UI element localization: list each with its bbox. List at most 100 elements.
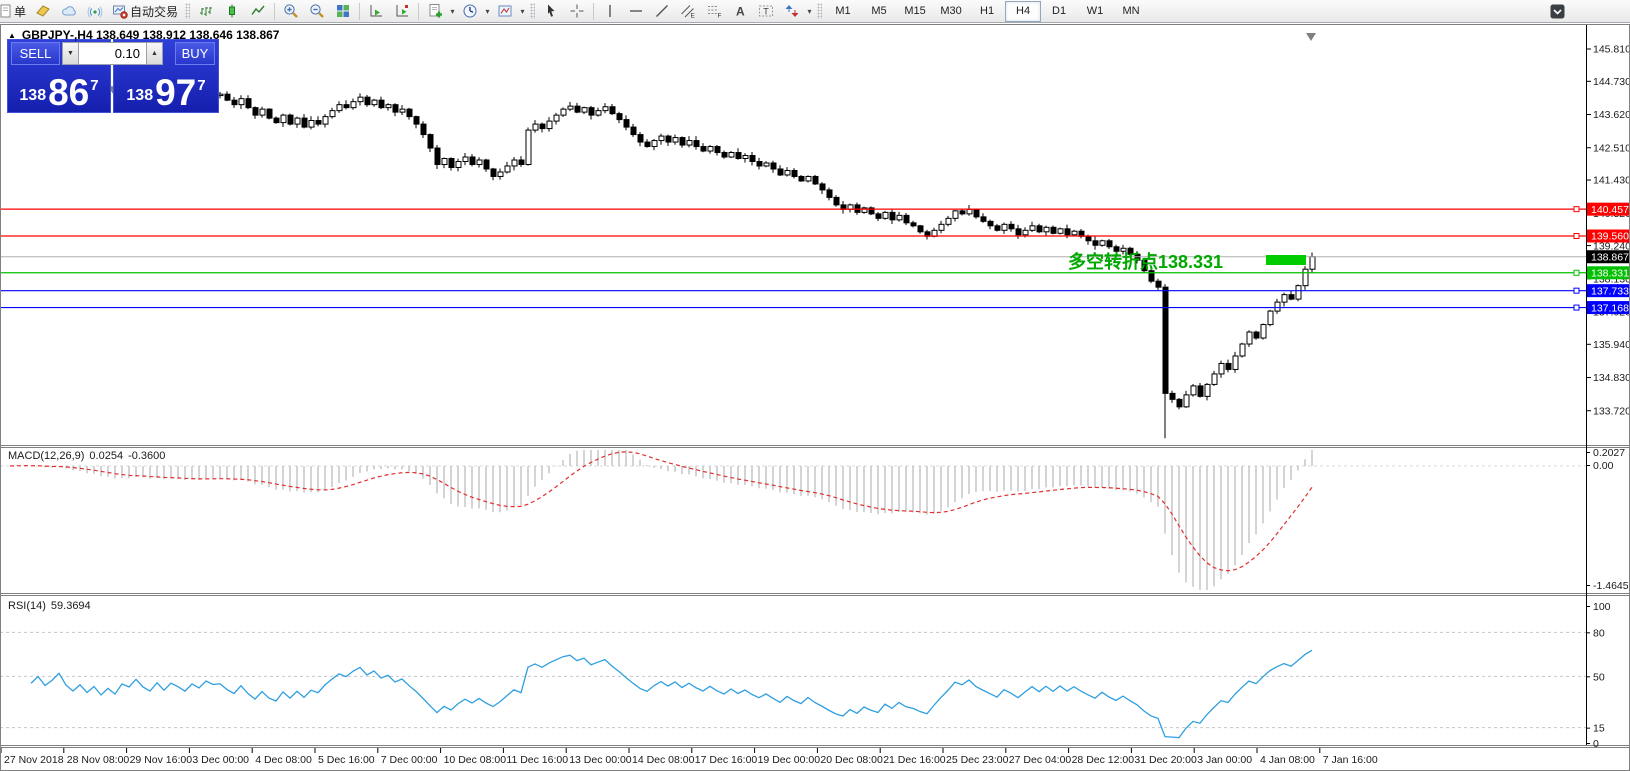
tf-button-H4[interactable]: H4: [1005, 1, 1041, 22]
new-order-button[interactable]: 单: [0, 1, 30, 21]
macd-tick-label: -1.4645: [1593, 580, 1629, 592]
zoom-in-button[interactable]: [278, 1, 304, 21]
tf-button-D1[interactable]: D1: [1041, 1, 1077, 22]
auto-scroll-button[interactable]: [363, 1, 389, 21]
candle-body: [918, 226, 923, 232]
candle-body: [1233, 356, 1238, 369]
zoom-out-icon: [309, 3, 325, 19]
hline-handle[interactable]: [1574, 288, 1579, 293]
svg-text:T: T: [763, 7, 769, 17]
arrows-dropdown-icon[interactable]: ▾: [805, 7, 814, 16]
chart-background: [0, 24, 1630, 771]
price-tick-label: 141.430: [1593, 175, 1630, 187]
collapse-triangle-icon[interactable]: ▲: [8, 31, 16, 40]
candle-body: [288, 115, 293, 124]
volume-increase-button[interactable]: ▲: [146, 42, 163, 65]
candle-body: [386, 105, 391, 108]
candlestick-chart-button[interactable]: [219, 1, 245, 21]
main-toolbar: 单 自动交易 ▾ ▾: [0, 0, 1630, 23]
zoom-out-button[interactable]: [304, 1, 330, 21]
time-tick-label: 21 Dec 16:00: [883, 754, 946, 766]
svg-text:F: F: [718, 13, 722, 20]
svg-text:E: E: [691, 13, 696, 20]
vertical-line-button[interactable]: [597, 1, 623, 21]
arrows-button[interactable]: [779, 1, 805, 21]
fibonacci-button[interactable]: F: [701, 1, 727, 21]
buy-button[interactable]: BUY: [175, 42, 215, 65]
mql5-cloud-button[interactable]: [56, 1, 82, 21]
time-tick-label: 25 Dec 23:00: [946, 754, 1009, 766]
candle-body: [379, 100, 384, 107]
tf-button-M30[interactable]: M30: [933, 1, 969, 22]
metaeditor-button[interactable]: [30, 1, 56, 21]
candle-body: [1051, 227, 1056, 233]
candle-body: [596, 111, 601, 115]
hline-handle[interactable]: [1574, 270, 1579, 275]
new-chart-button[interactable]: [422, 1, 448, 21]
green-zone-rect[interactable]: [1266, 255, 1306, 265]
candle-body: [526, 130, 531, 164]
time-tick-label: 27 Dec 04:00: [1009, 754, 1072, 766]
tf-button-M15[interactable]: M15: [897, 1, 933, 22]
tf-button-MN[interactable]: MN: [1113, 1, 1149, 22]
candle-body: [883, 212, 888, 218]
candle-body: [1205, 384, 1210, 396]
hline-handle[interactable]: [1574, 305, 1579, 310]
horizontal-line-icon: [628, 3, 644, 19]
trendline-button[interactable]: [649, 1, 675, 21]
candle-body: [946, 218, 951, 224]
auto-scroll-icon: [368, 3, 384, 19]
periods-dropdown-icon[interactable]: ▾: [483, 7, 492, 16]
volume-decrease-button[interactable]: ▼: [62, 42, 79, 65]
crosshair-button[interactable]: [564, 1, 590, 21]
candle-body: [1009, 224, 1014, 228]
candle-body: [1240, 344, 1245, 356]
candle-body: [1226, 363, 1231, 369]
candle-body: [652, 141, 657, 147]
tf-button-M1[interactable]: M1: [825, 1, 861, 22]
equidistant-channel-button[interactable]: E: [675, 1, 701, 21]
time-tick-label: 4 Dec 08:00: [255, 754, 312, 766]
horizontal-line-button[interactable]: [623, 1, 649, 21]
sell-button[interactable]: SELL: [11, 42, 60, 65]
tf-button-M5[interactable]: M5: [861, 1, 897, 22]
text-label-button[interactable]: T: [753, 1, 779, 21]
bar-chart-button[interactable]: [193, 1, 219, 21]
toolbar-grip[interactable]: [817, 3, 822, 19]
candle-body: [533, 124, 538, 130]
signals-button[interactable]: [82, 1, 108, 21]
hline-handle[interactable]: [1574, 207, 1579, 212]
autotrading-button[interactable]: 自动交易: [108, 1, 182, 21]
periods-button[interactable]: [457, 1, 483, 21]
candle-body: [694, 141, 699, 147]
candle-body: [505, 166, 510, 172]
toolbar-overflow-icon[interactable]: [1544, 1, 1570, 21]
candle-body: [1121, 248, 1126, 251]
new-order-label: 单: [14, 3, 26, 20]
cursor-button[interactable]: [538, 1, 564, 21]
time-tick-label: 5 Dec 16:00: [318, 754, 375, 766]
chart-shift-button[interactable]: [389, 1, 415, 21]
toolbar-grip[interactable]: [530, 3, 535, 19]
candle-body: [1261, 325, 1266, 338]
toolbar-grip[interactable]: [185, 3, 190, 19]
new-chart-dropdown-icon[interactable]: ▾: [448, 7, 457, 16]
candle-body: [449, 159, 454, 168]
candle-body: [1072, 231, 1077, 235]
tf-button-W1[interactable]: W1: [1077, 1, 1113, 22]
chart-canvas[interactable]: 多空转折点138.331145.810144.730143.620142.510…: [0, 24, 1630, 771]
tf-button-H1[interactable]: H1: [969, 1, 1005, 22]
annotation-text[interactable]: 多空转折点138.331: [1068, 251, 1223, 272]
line-chart-button[interactable]: [245, 1, 271, 21]
time-tick-label: 14 Dec 08:00: [632, 754, 695, 766]
text-button[interactable]: A: [727, 1, 753, 21]
templates-dropdown-icon[interactable]: ▾: [518, 7, 527, 16]
candle-body: [911, 223, 916, 226]
templates-button[interactable]: [492, 1, 518, 21]
candle-body: [442, 159, 447, 165]
volume-input[interactable]: 0.10: [79, 42, 146, 65]
time-tick-label: 28 Nov 08:00: [67, 754, 130, 766]
signals-icon: [87, 3, 103, 19]
tile-windows-button[interactable]: [330, 1, 356, 21]
hline-handle[interactable]: [1574, 234, 1579, 239]
